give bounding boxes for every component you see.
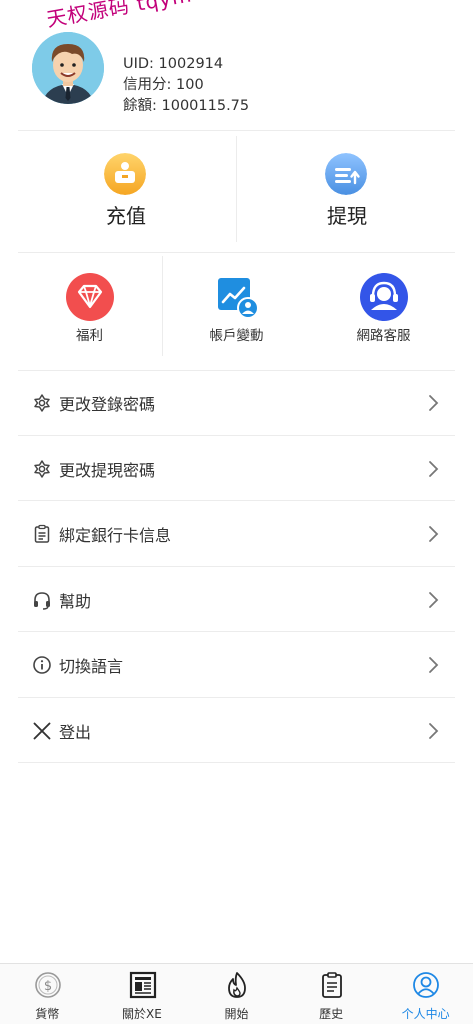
chevron-right-icon: [429, 460, 439, 477]
menu-item-bind-bank-card[interactable]: 綁定銀行卡信息: [18, 501, 455, 567]
flame-icon: [228, 972, 247, 998]
svg-text:$: $: [44, 979, 52, 994]
tab-start[interactable]: 開始: [189, 964, 284, 1024]
avatar-face-icon: [32, 32, 104, 104]
tab-about-xe[interactable]: 關於XE: [95, 964, 190, 1024]
flower-icon: [34, 459, 50, 478]
deposit-icon: [104, 153, 146, 195]
chevron-right-icon: [429, 722, 439, 739]
menu-item-change-login-password[interactable]: 更改登錄密碼: [18, 370, 455, 436]
deposit-button[interactable]: 充值: [16, 136, 236, 242]
tab-label: 貨幣: [35, 1007, 60, 1021]
deposit-label: 充值: [106, 204, 146, 228]
account-change-button[interactable]: 帳戶變動: [163, 256, 310, 356]
withdraw-label: 提現: [327, 204, 367, 228]
shortcut-grid: 福利 帳戶變動 網路客服: [16, 256, 457, 356]
tab-label: 開始: [224, 1007, 249, 1021]
divider: [18, 252, 455, 253]
chevron-right-icon: [429, 395, 439, 411]
tab-currency[interactable]: $ 貨幣: [0, 964, 95, 1024]
newspaper-icon: [129, 971, 156, 999]
account-chart-icon: [218, 278, 259, 319]
chevron-right-icon: [429, 657, 439, 673]
flower-icon: [34, 394, 50, 412]
profile-header: UID: 1002914 信用分: 100 餘額: 1000115.75: [0, 0, 473, 130]
menu-item-help[interactable]: 幫助: [18, 567, 455, 632]
menu-item-label: 更改登錄密碼: [59, 395, 156, 414]
customer-service-button[interactable]: 網路客服: [310, 256, 457, 356]
user-info: UID: 1002914 信用分: 100 餘額: 1000115.75: [123, 54, 249, 117]
account-change-label: 帳戶變動: [209, 328, 264, 344]
welfare-label: 福利: [76, 328, 103, 344]
tab-label: 歷史: [319, 1007, 344, 1021]
tab-personal-center[interactable]: 个人中心: [378, 964, 473, 1024]
welfare-button[interactable]: 福利: [16, 256, 163, 356]
settings-menu: 更改登錄密碼 更改提現密碼 綁定銀行卡信息 幫助 切換語言 登出: [18, 370, 455, 763]
dollar-coin-icon: $: [35, 972, 61, 998]
chevron-right-icon: [429, 591, 439, 608]
close-icon: [33, 722, 51, 739]
avatar[interactable]: [32, 32, 104, 104]
withdraw-icon: [325, 153, 367, 195]
menu-item-label: 更改提現密碼: [59, 460, 156, 480]
menu-item-logout[interactable]: 登出: [18, 698, 455, 763]
tab-label: 關於XE: [121, 1007, 162, 1021]
clipboard-icon: [34, 524, 50, 543]
info-icon: [33, 656, 51, 674]
menu-item-label: 登出: [59, 722, 92, 742]
menu-item-label: 幫助: [59, 591, 92, 611]
tab-history[interactable]: 歷史: [284, 964, 379, 1024]
divider: [18, 130, 455, 131]
quick-actions: 充值 提現: [16, 136, 457, 242]
menu-item-label: 切換語言: [59, 657, 124, 676]
headphones-icon: [34, 591, 50, 610]
chevron-right-icon: [429, 526, 439, 542]
clipboard-icon: [321, 972, 342, 998]
headset-support-icon: [360, 273, 408, 321]
balance-text: 餘額: 1000115.75: [123, 98, 250, 114]
user-circle-icon: [413, 972, 440, 998]
menu-item-switch-language[interactable]: 切換語言: [18, 632, 455, 698]
withdraw-button[interactable]: 提現: [237, 136, 457, 242]
uid-text: UID: 1002914: [123, 56, 224, 72]
menu-item-change-withdraw-password[interactable]: 更改提現密碼: [18, 436, 455, 501]
bottom-tab-bar: $ 貨幣 關於XE 開始 歷史 个人中心: [0, 963, 473, 1024]
customer-service-label: 網路客服: [356, 328, 411, 344]
diamond-icon: [66, 273, 114, 321]
credit-score-text: 信用分: 100: [123, 77, 204, 93]
menu-item-label: 綁定銀行卡信息: [59, 526, 172, 545]
tab-label: 个人中心: [401, 1007, 450, 1021]
